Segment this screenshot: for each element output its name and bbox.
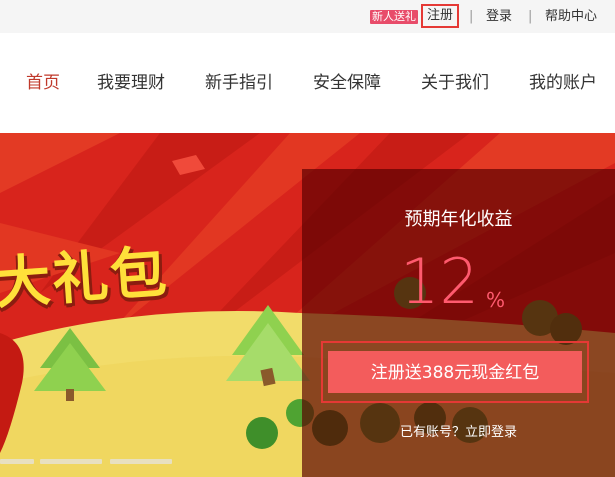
nav-item-my-account[interactable]: 我的账户 (529, 73, 597, 93)
have-account-text: 已有账号？ (399, 425, 465, 440)
separator: | (469, 9, 474, 24)
nav-item-invest[interactable]: 我要理财 (97, 73, 165, 93)
gift-package-headline: 大礼包 (0, 239, 171, 317)
help-center-link[interactable]: 帮助中心 (545, 9, 597, 25)
login-now-link[interactable]: 立即登录 (465, 425, 517, 440)
expected-yield-unit: % (486, 288, 506, 312)
nav-item-home[interactable]: 首页 (26, 73, 60, 93)
slide-dot[interactable] (110, 459, 172, 464)
register-link[interactable]: 注册 (421, 4, 459, 28)
new-user-gift-badge[interactable]: 新人送礼 (370, 10, 418, 24)
login-link[interactable]: 登录 (486, 9, 512, 25)
have-account-line: 已有账号？立即登录 (302, 425, 615, 441)
slide-dot[interactable] (0, 459, 34, 464)
main-nav: 首页 我要理财 新手指引 安全保障 关于我们 我的账户 (0, 33, 615, 133)
promo-banner[interactable]: 大礼包 预期年化收益 12 % 注册送388元现金红包 已有账号？立即登录 (0, 133, 615, 477)
nav-item-security[interactable]: 安全保障 (313, 73, 381, 93)
top-utility-bar: 新人送礼 注册 | 登录 | 帮助中心 (0, 0, 615, 33)
expected-yield-label: 预期年化收益 (404, 209, 513, 230)
slide-dot[interactable] (40, 459, 102, 464)
register-promo-panel: 预期年化收益 12 % 注册送388元现金红包 已有账号？立即登录 (302, 169, 615, 477)
cta-highlight: 注册送388元现金红包 (321, 341, 589, 403)
separator: | (528, 9, 533, 24)
nav-item-about-us[interactable]: 关于我们 (421, 73, 489, 93)
nav-item-beginner-guide[interactable]: 新手指引 (205, 73, 273, 93)
register-bonus-button[interactable]: 注册送388元现金红包 (328, 351, 582, 393)
expected-yield-value: 12 (400, 245, 479, 318)
